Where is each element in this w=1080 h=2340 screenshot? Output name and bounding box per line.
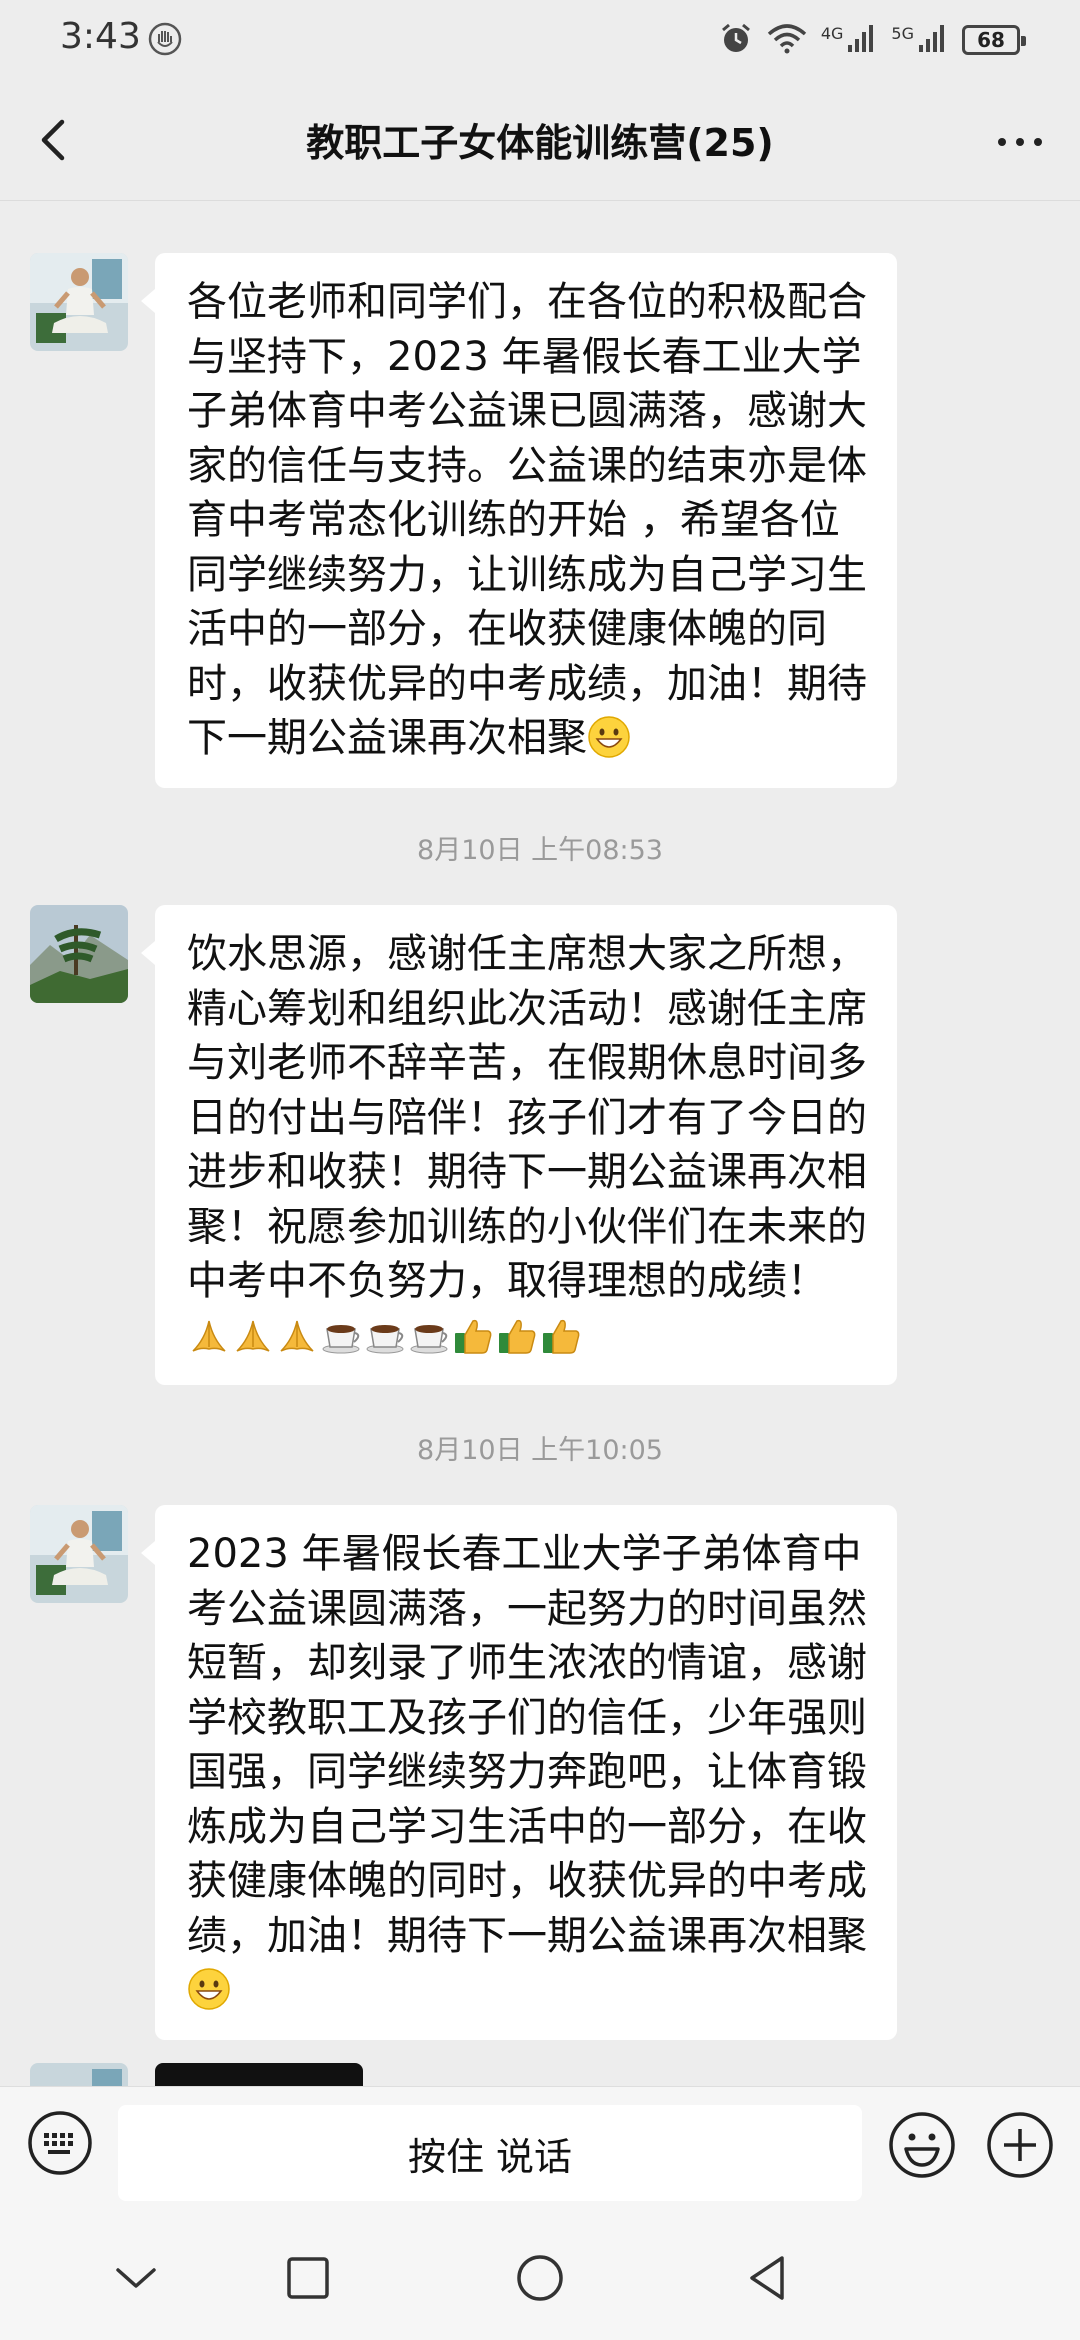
message-bubble-partial[interactable] [155,2063,363,2086]
coffee-cup-icon [407,1313,451,1357]
more-options-button[interactable] [980,108,1060,172]
smiley-icon [889,2112,955,2178]
chat-header: 教职工子女体能训练营(25) [0,80,1080,201]
hold-to-talk-button[interactable]: 按住 说话 [118,2105,862,2201]
avatar[interactable] [30,905,128,1003]
message-text: 2023 年暑假长春工业大学子弟体育中考公益课圆满落，一起努力的时间虽然短暂，却… [187,1531,867,1959]
folded-hands-icon [187,1313,231,1357]
thumbs-up-icon [451,1313,495,1357]
thumbs-up-icon [539,1313,583,1357]
avatar[interactable] [30,1505,128,1603]
avatar[interactable] [30,253,128,351]
keyboard-toggle-button[interactable] [26,2109,94,2177]
status-icons: 4G 5G 68 [719,20,1026,60]
folded-hands-icon [231,1313,275,1357]
status-bar: 3:43 4G 5G 68 [0,0,1080,80]
square-icon [287,2257,329,2299]
circle-icon [517,2255,563,2301]
signal-bars-icon [918,23,948,57]
chevron-down-icon [116,2268,156,2288]
keyboard-icon [28,2111,92,2175]
page-title: 教职工子女体能训练营(25) [306,121,774,165]
more-functions-button[interactable] [984,2109,1056,2181]
timestamp: 8月10日 上午08:53 [417,835,663,866]
more-dots-icon [998,138,1042,146]
signal-bars-icon [847,23,877,57]
grinning-face-icon [187,1967,231,2011]
message-bubble[interactable]: 2023 年暑假长春工业大学子弟体育中考公益课圆满落，一起努力的时间虽然短暂，却… [141,1505,897,2040]
grinning-face-icon [587,715,631,759]
message-bubble[interactable]: 各位老师和同学们，在各位的积极配合与坚持下，2023 年暑假长春工业大学子弟体育… [141,253,897,788]
nav-collapse-button[interactable] [104,2246,168,2310]
message-text: 各位老师和同学们，在各位的积极配合与坚持下，2023 年暑假长春工业大学子弟体育… [187,279,867,761]
nav-recents-button[interactable] [276,2246,340,2310]
chat-messages[interactable]: 各位老师和同学们，在各位的积极配合与坚持下，2023 年暑假长春工业大学子弟体育… [0,201,1080,2086]
plus-icon [987,2112,1053,2178]
signal-label-2: 5G [891,23,914,43]
message-bubble[interactable]: 饮水思源，感谢任主席想大家之所想，精心筹划和组织此次活动！感谢任主席与刘老师不辞… [141,905,897,1385]
thumbs-up-icon [495,1313,539,1357]
status-time: 3:43 [60,16,141,57]
triangle-back-icon [750,2256,784,2300]
emoji-button[interactable] [886,2109,958,2181]
system-nav-bar [0,2216,1080,2340]
coffee-cup-icon [319,1313,363,1357]
timestamp: 8月10日 上午10:05 [417,1435,663,1466]
alarm-icon [719,21,753,59]
coffee-cup-icon [363,1313,407,1357]
hand-gesture-icon [148,22,182,56]
wifi-icon [767,22,807,58]
folded-hands-icon [275,1313,319,1357]
nav-back-button[interactable] [736,2246,800,2310]
message-text: 饮水思源，感谢任主席想大家之所想，精心筹划和组织此次活动！感谢任主席与刘老师不辞… [187,931,867,1304]
avatar[interactable] [30,2063,128,2086]
input-bar: 按住 说话 [0,2086,1080,2217]
nav-home-button[interactable] [508,2246,572,2310]
battery-indicator: 68 [962,25,1026,55]
signal-label-1: 4G [820,23,844,43]
